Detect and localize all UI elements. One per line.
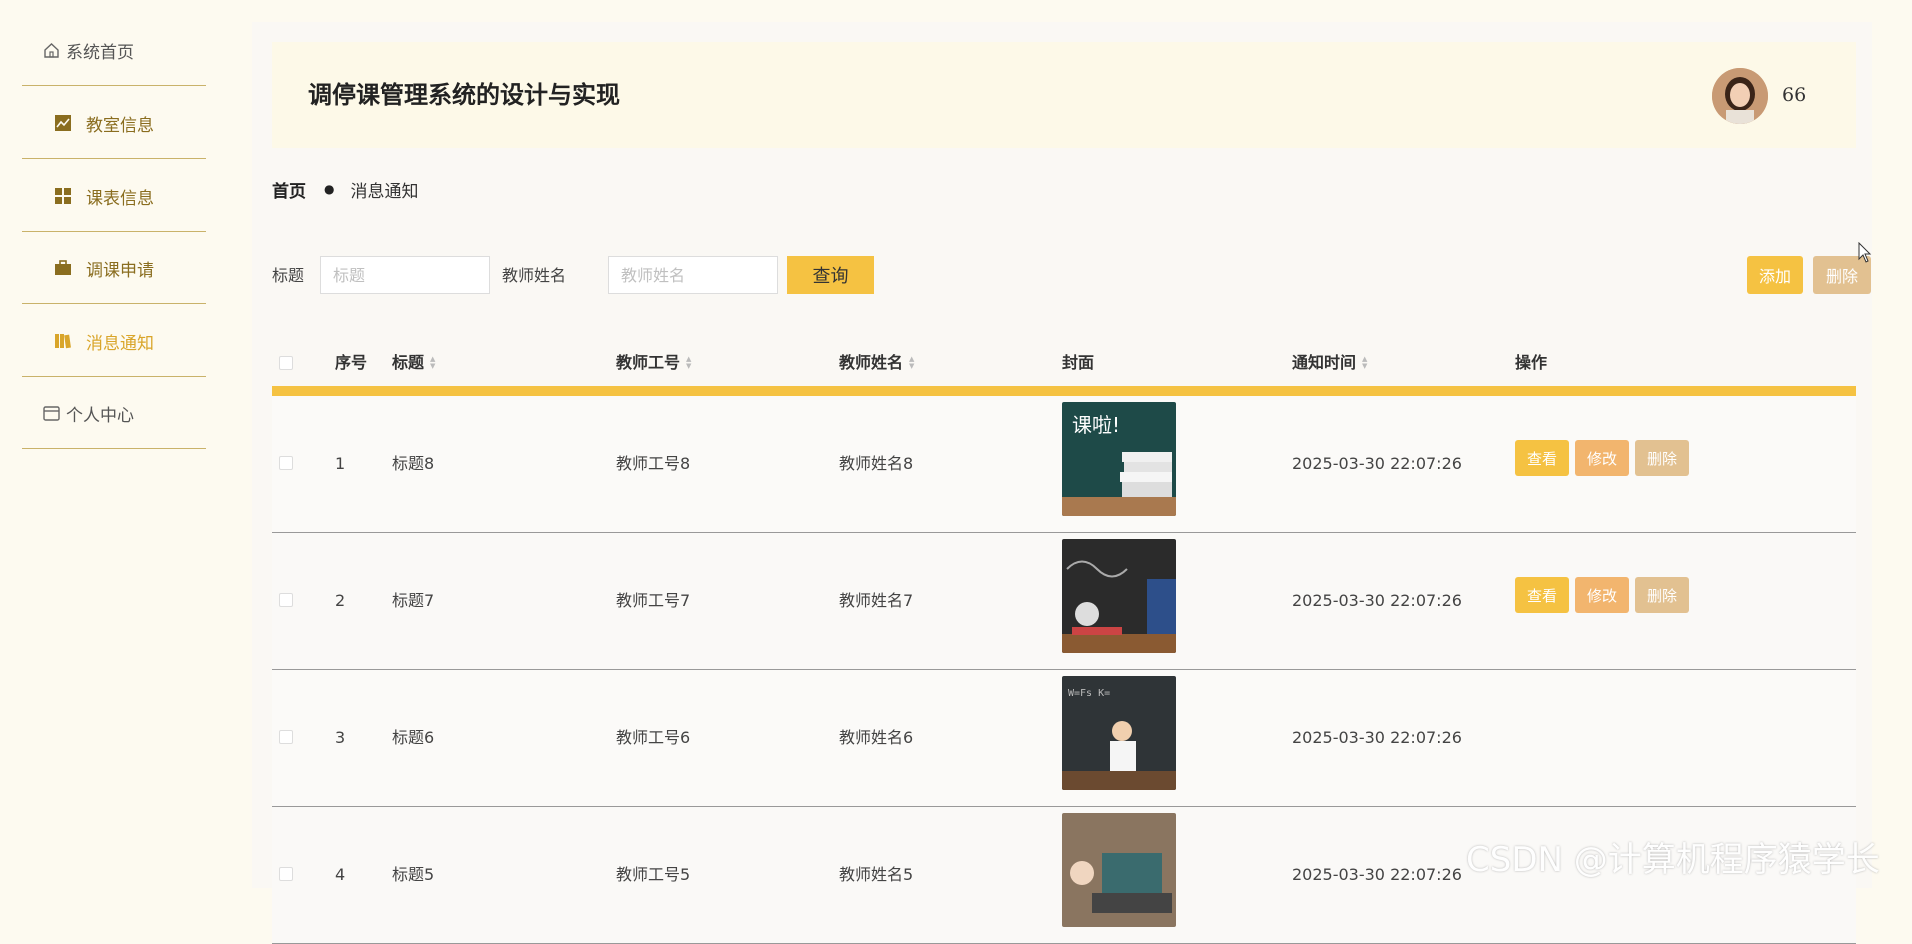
avatar[interactable] (1712, 68, 1768, 124)
chart-icon (54, 114, 72, 132)
row-notice-time: 2025-03-30 22:07:26 (1292, 591, 1462, 610)
book-icon (54, 332, 72, 350)
delete-button[interactable]: 删除 (1635, 577, 1689, 613)
grid-icon (54, 187, 72, 205)
table-row: 1 标题8 教师工号8 教师姓名8 课啦! 2025-03-30 22:07:2… (272, 396, 1856, 533)
search-bar: 标题 教师姓名 查询 添加 删除 (272, 256, 1871, 296)
row-teacher-no: 教师工号7 (616, 591, 691, 610)
sidebar-item-label: 消息通知 (86, 333, 154, 354)
row-teacher-name: 教师姓名6 (839, 728, 914, 747)
svg-text:课啦!: 课啦! (1072, 413, 1120, 437)
card-icon (42, 404, 60, 422)
sidebar-item-adjust-request[interactable]: 调课申请 (22, 233, 206, 304)
column-header-label: 操作 (1515, 353, 1548, 372)
table-row: 2 标题7 教师工号7 教师姓名7 2025-03-30 22:07:26 查看… (272, 533, 1856, 670)
sidebar-item-profile[interactable]: 个人中心 (22, 378, 206, 449)
row-notice-time: 2025-03-30 22:07:26 (1292, 728, 1462, 747)
row-teacher-no: 教师工号6 (616, 728, 691, 747)
teacher-name-filter-label: 教师姓名 (502, 266, 567, 285)
row-checkbox[interactable] (279, 456, 293, 470)
row-title: 标题6 (392, 728, 435, 747)
column-header-label: 通知时间 (1292, 353, 1357, 372)
breadcrumb-home[interactable]: 首页 (272, 177, 306, 202)
mouse-cursor-icon (1858, 241, 1872, 264)
row-teacher-name: 教师姓名5 (839, 865, 914, 884)
row-title: 标题5 (392, 865, 435, 884)
watermark: CSDN @计算机程序猿学长 (1466, 840, 1880, 880)
sidebar-item-label: 教室信息 (86, 115, 154, 136)
sidebar-item-classroom[interactable]: 教室信息 (22, 88, 206, 159)
breadcrumb-separator-icon: ● (324, 182, 335, 196)
query-button[interactable]: 查询 (787, 256, 874, 294)
row-index: 1 (335, 454, 346, 473)
sort-icon[interactable]: ▲ ▼ (686, 356, 691, 370)
top-header: 调停课管理系统的设计与实现 66 (272, 42, 1856, 148)
username[interactable]: 66 (1782, 42, 1806, 148)
cover-image[interactable]: 课啦! (1062, 402, 1176, 516)
app-title: 调停课管理系统的设计与实现 (308, 81, 620, 109)
breadcrumb: 首页 ● 消息通知 (272, 174, 418, 204)
column-header-label: 封面 (1062, 353, 1095, 372)
sort-icon[interactable]: ▲ ▼ (909, 356, 914, 370)
column-header-actions: 操作 (1515, 340, 1547, 386)
row-index: 4 (335, 865, 346, 884)
column-header-title[interactable]: 标题 ▲ ▼ (392, 340, 435, 386)
teacher-name-search-input[interactable] (608, 256, 778, 294)
row-checkbox[interactable] (279, 593, 293, 607)
column-header-label: 标题 (392, 353, 425, 372)
sort-icon[interactable]: ▲ ▼ (430, 356, 435, 370)
column-header-notice-time[interactable]: 通知时间 ▲ ▼ (1292, 340, 1367, 386)
sort-icon[interactable]: ▲ ▼ (1362, 356, 1367, 370)
column-header-label: 教师姓名 (839, 353, 904, 372)
briefcase-icon (54, 259, 72, 277)
svg-text:W=Fs K=: W=Fs K= (1068, 688, 1110, 699)
row-checkbox[interactable] (279, 867, 293, 881)
sidebar-item-label: 系统首页 (66, 42, 134, 63)
row-actions: 查看 修改 删除 (1515, 440, 1689, 476)
sidebar-item-home[interactable]: 系统首页 (22, 15, 206, 86)
sidebar-item-label: 课表信息 (86, 188, 154, 209)
cover-image[interactable] (1062, 539, 1176, 653)
table-header: 序号 标题 ▲ ▼ 教师工号 ▲ ▼ 教师姓名 ▲ ▼ 封面 通知时间 ▲ ▼ 操作 (272, 340, 1856, 396)
edit-button[interactable]: 修改 (1575, 440, 1629, 476)
column-header-teacher-no[interactable]: 教师工号 ▲ ▼ (616, 340, 691, 386)
title-search-input[interactable] (320, 256, 490, 294)
title-filter-label: 标题 (272, 266, 305, 285)
cover-image[interactable] (1062, 813, 1176, 927)
row-index: 3 (335, 728, 346, 747)
row-teacher-no: 教师工号8 (616, 454, 691, 473)
column-header-cover: 封面 (1062, 340, 1094, 386)
column-header-label: 序号 (335, 353, 368, 372)
sidebar-item-notice[interactable]: 消息通知 (22, 306, 206, 377)
sidebar-item-label: 调课申请 (86, 260, 154, 281)
row-checkbox[interactable] (279, 730, 293, 744)
delete-button[interactable]: 删除 (1635, 440, 1689, 476)
column-header-index: 序号 (335, 340, 367, 386)
table-row: 3 标题6 教师工号6 教师姓名6 W=Fs K= 2025-03-30 22:… (272, 670, 1856, 807)
edit-button[interactable]: 修改 (1575, 577, 1629, 613)
row-notice-time: 2025-03-30 22:07:26 (1292, 865, 1462, 884)
row-notice-time: 2025-03-30 22:07:26 (1292, 454, 1462, 473)
sidebar-item-schedule[interactable]: 课表信息 (22, 161, 206, 232)
row-actions: 查看 修改 删除 (1515, 577, 1689, 613)
column-header-teacher-name[interactable]: 教师姓名 ▲ ▼ (839, 340, 914, 386)
add-button[interactable]: 添加 (1747, 256, 1803, 294)
view-button[interactable]: 查看 (1515, 440, 1569, 476)
view-button[interactable]: 查看 (1515, 577, 1569, 613)
sidebar-item-label: 个人中心 (66, 405, 134, 426)
breadcrumb-current: 消息通知 (350, 181, 419, 202)
main-panel: 调停课管理系统的设计与实现 66 首页 ● 消息通知 标题 教师姓名 查询 添加… (252, 22, 1872, 944)
row-teacher-name: 教师姓名7 (839, 591, 914, 610)
row-title: 标题7 (392, 591, 435, 610)
row-teacher-name: 教师姓名8 (839, 454, 914, 473)
select-all-checkbox[interactable] (279, 356, 293, 370)
column-header-label: 教师工号 (616, 353, 681, 372)
home-icon (42, 41, 60, 59)
row-index: 2 (335, 591, 346, 610)
row-title: 标题8 (392, 454, 435, 473)
row-teacher-no: 教师工号5 (616, 865, 691, 884)
cover-image[interactable]: W=Fs K= (1062, 676, 1176, 790)
sidebar: 系统首页 教室信息 课表信息 调课申请 消息通知 个人中心 (0, 0, 248, 888)
